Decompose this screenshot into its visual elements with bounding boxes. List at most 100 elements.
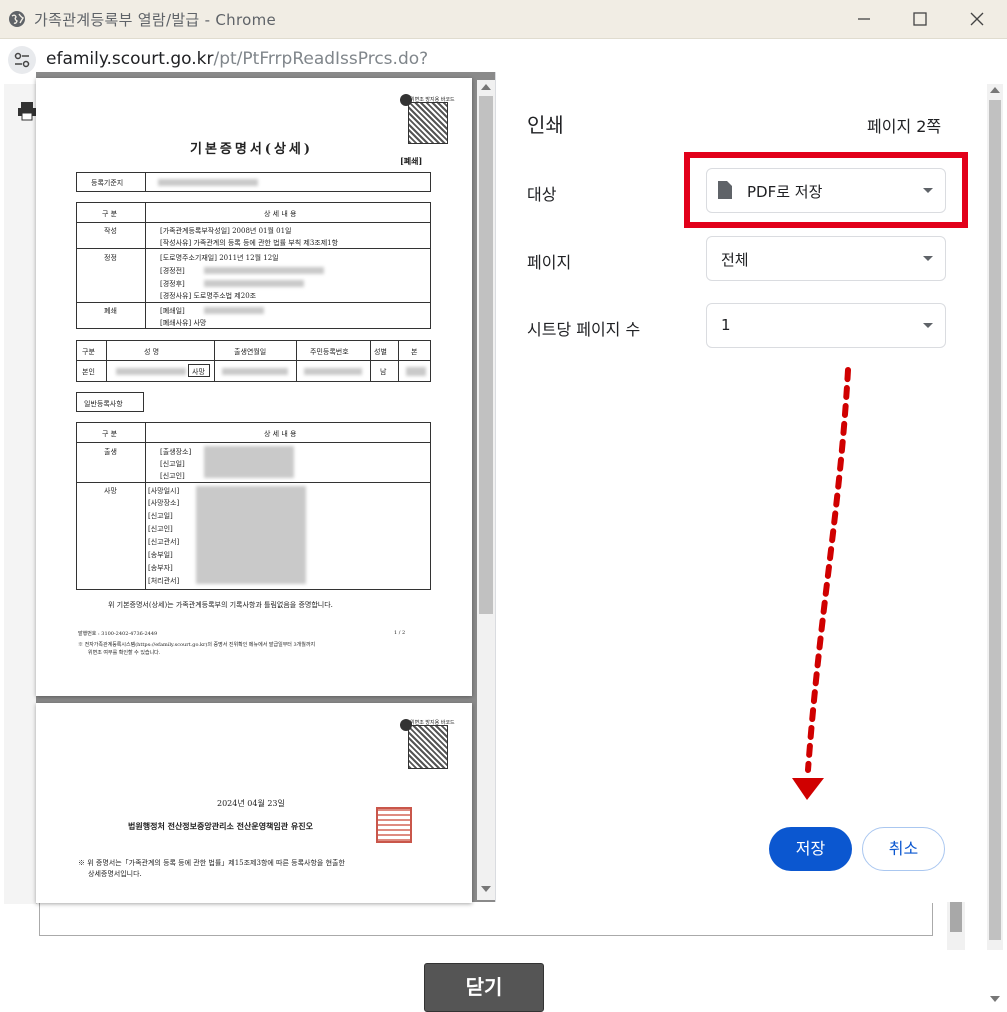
row-label: 사망 — [104, 487, 117, 495]
redacted-text — [304, 368, 362, 375]
certify-text: 위 기본증명서(상세)는 가족관계등록부의 기록사항과 틀림없음을 증명합니다. — [108, 601, 333, 609]
redacted-text — [222, 368, 288, 375]
print-title: 인쇄 — [527, 113, 564, 137]
table-header: 상 세 내 용 — [264, 210, 297, 218]
preview-scroll-down-icon[interactable] — [481, 886, 491, 892]
save-button[interactable]: 저장 — [769, 827, 852, 871]
divider — [76, 222, 431, 223]
site-info-button[interactable] — [8, 46, 36, 74]
row-text: [신고인] — [160, 472, 185, 480]
row-label: 폐쇄 — [104, 307, 117, 315]
issue-date: 2024년 04월 23일 — [217, 799, 285, 808]
pages-label: 페이지 — [527, 253, 572, 272]
divider — [296, 340, 297, 382]
preview-page-1: 위변조 방지용 바코드 기본증명서(상세) [폐쇄] 등록기준지 구 분 상 세… — [36, 78, 472, 696]
row-label: 작성 — [104, 227, 117, 235]
divider — [145, 422, 146, 590]
table-header: 상 세 내 용 — [264, 430, 297, 438]
row-text: [송부자] — [148, 564, 173, 572]
row-text: [경정사유] 도로명주소법 제20조 — [160, 292, 257, 300]
pages-value: 전체 — [721, 251, 749, 269]
note-text: ※ 위 증명서는「가족관계의 등록 등에 관한 법률」제15조제3항에 따른 등… — [78, 859, 345, 867]
destination-label: 대상 — [527, 185, 557, 204]
row-text: [송부일] — [148, 551, 173, 559]
row-text: [작성사유] 가족관계의 등록 등에 관한 법률 부칙 제3조제1항 — [160, 239, 339, 247]
table-header: 주민등록번호 — [310, 348, 349, 356]
url-host: efamily.scourt.go.kr — [46, 49, 214, 69]
page-scrollbar-thumb[interactable] — [989, 100, 1001, 940]
divider — [145, 172, 146, 192]
table-header: 본 — [411, 348, 418, 356]
window-title: 가족관계등록부 열람/발급 - Chrome — [34, 11, 277, 29]
emblem-icon — [400, 719, 412, 731]
scroll-up-icon[interactable] — [990, 87, 1000, 93]
url-text[interactable]: efamily.scourt.go.kr/pt/PtFrrpReadIssPrc… — [46, 49, 428, 69]
row-label: 본인 — [82, 368, 95, 376]
redacted-text — [196, 486, 306, 584]
verify-note: ※ 전자가족관계등록시스템(https://efamily.scourt.go.… — [78, 642, 316, 648]
pages-select[interactable]: 전체 — [706, 236, 946, 281]
redacted-text — [204, 280, 304, 287]
maximize-icon[interactable] — [907, 6, 933, 32]
highlight-box — [684, 152, 968, 228]
qr-code — [408, 725, 448, 769]
qr-code — [408, 102, 448, 144]
row-text: [출생장소] — [160, 448, 192, 456]
page-count: 페이지 2쪽 — [867, 117, 942, 136]
row-text: [처리관서] — [148, 577, 180, 585]
row-text: [사망장소] — [148, 499, 180, 507]
printer-icon[interactable] — [16, 100, 38, 122]
divider — [76, 482, 431, 483]
row-text: [가족관계등록부작성일] 2008년 01월 01일 — [160, 227, 292, 235]
verify-note: 위변조 여부를 확인할 수 있습니다. — [88, 650, 161, 656]
chevron-down-icon — [923, 323, 933, 328]
pages-per-sheet-label: 시트당 페이지 수 — [527, 320, 641, 339]
reg-base-label: 등록기준지 — [91, 179, 124, 187]
close-window-icon[interactable] — [964, 6, 990, 32]
pages-per-sheet-value: 1 — [721, 316, 731, 334]
row-text: [폐쇄일] — [160, 307, 185, 315]
redacted-text — [204, 307, 264, 314]
inner-scrollbar-thumb[interactable] — [950, 902, 962, 932]
row-text: [사망일시] — [148, 487, 180, 495]
table-header: 구 분 — [102, 430, 118, 438]
table-header: 구 분 — [102, 210, 118, 218]
preview-scrollbar-thumb[interactable] — [479, 96, 493, 614]
issuer-text: 법원행정처 전산정보중앙관리소 전산운영책임관 유진오 — [128, 821, 313, 831]
page-number: 1 / 2 — [394, 630, 406, 636]
divider — [370, 340, 371, 382]
scroll-down-icon[interactable] — [990, 996, 1000, 1002]
death-mark: 사망 — [188, 364, 210, 377]
preview-scroll-up-icon[interactable] — [481, 84, 491, 90]
divider — [76, 442, 431, 443]
pages-per-sheet-select[interactable]: 1 — [706, 303, 946, 348]
row-text: [폐쇄사유] 사망 — [160, 319, 207, 327]
underlying-content-box — [39, 903, 933, 936]
row-label: 출생 — [104, 448, 117, 456]
preview-page-2: 위변조 방지용 바코드 2024년 04월 23일 법원행정처 전산정보중앙관리… — [36, 703, 472, 903]
divider — [214, 340, 215, 382]
row-text: [신고일] — [148, 512, 173, 520]
annotation-arrow — [792, 367, 851, 800]
gender-value: 남 — [380, 368, 387, 376]
redacted-text — [204, 267, 324, 274]
url-path: /pt/PtFrrpReadIssPrcs.do? — [213, 49, 429, 69]
table-header: 성별 — [374, 348, 387, 356]
cancel-button[interactable]: 취소 — [862, 827, 945, 871]
globe-icon — [9, 11, 25, 27]
general-label: 일반등록사항 — [76, 392, 144, 412]
official-seal — [376, 807, 412, 843]
row-text: [경정후] — [160, 280, 185, 288]
emblem-icon — [400, 94, 412, 106]
row-label: 정정 — [104, 254, 117, 262]
close-button[interactable]: 닫기 — [424, 963, 544, 1012]
divider — [76, 360, 431, 361]
tune-icon — [14, 52, 30, 68]
divider — [76, 302, 431, 303]
table-header: 성 명 — [144, 348, 160, 356]
redacted-text — [158, 179, 258, 186]
divider — [106, 340, 107, 382]
redacted-text — [204, 446, 294, 478]
minimize-icon[interactable] — [851, 6, 877, 32]
chevron-down-icon — [923, 256, 933, 261]
